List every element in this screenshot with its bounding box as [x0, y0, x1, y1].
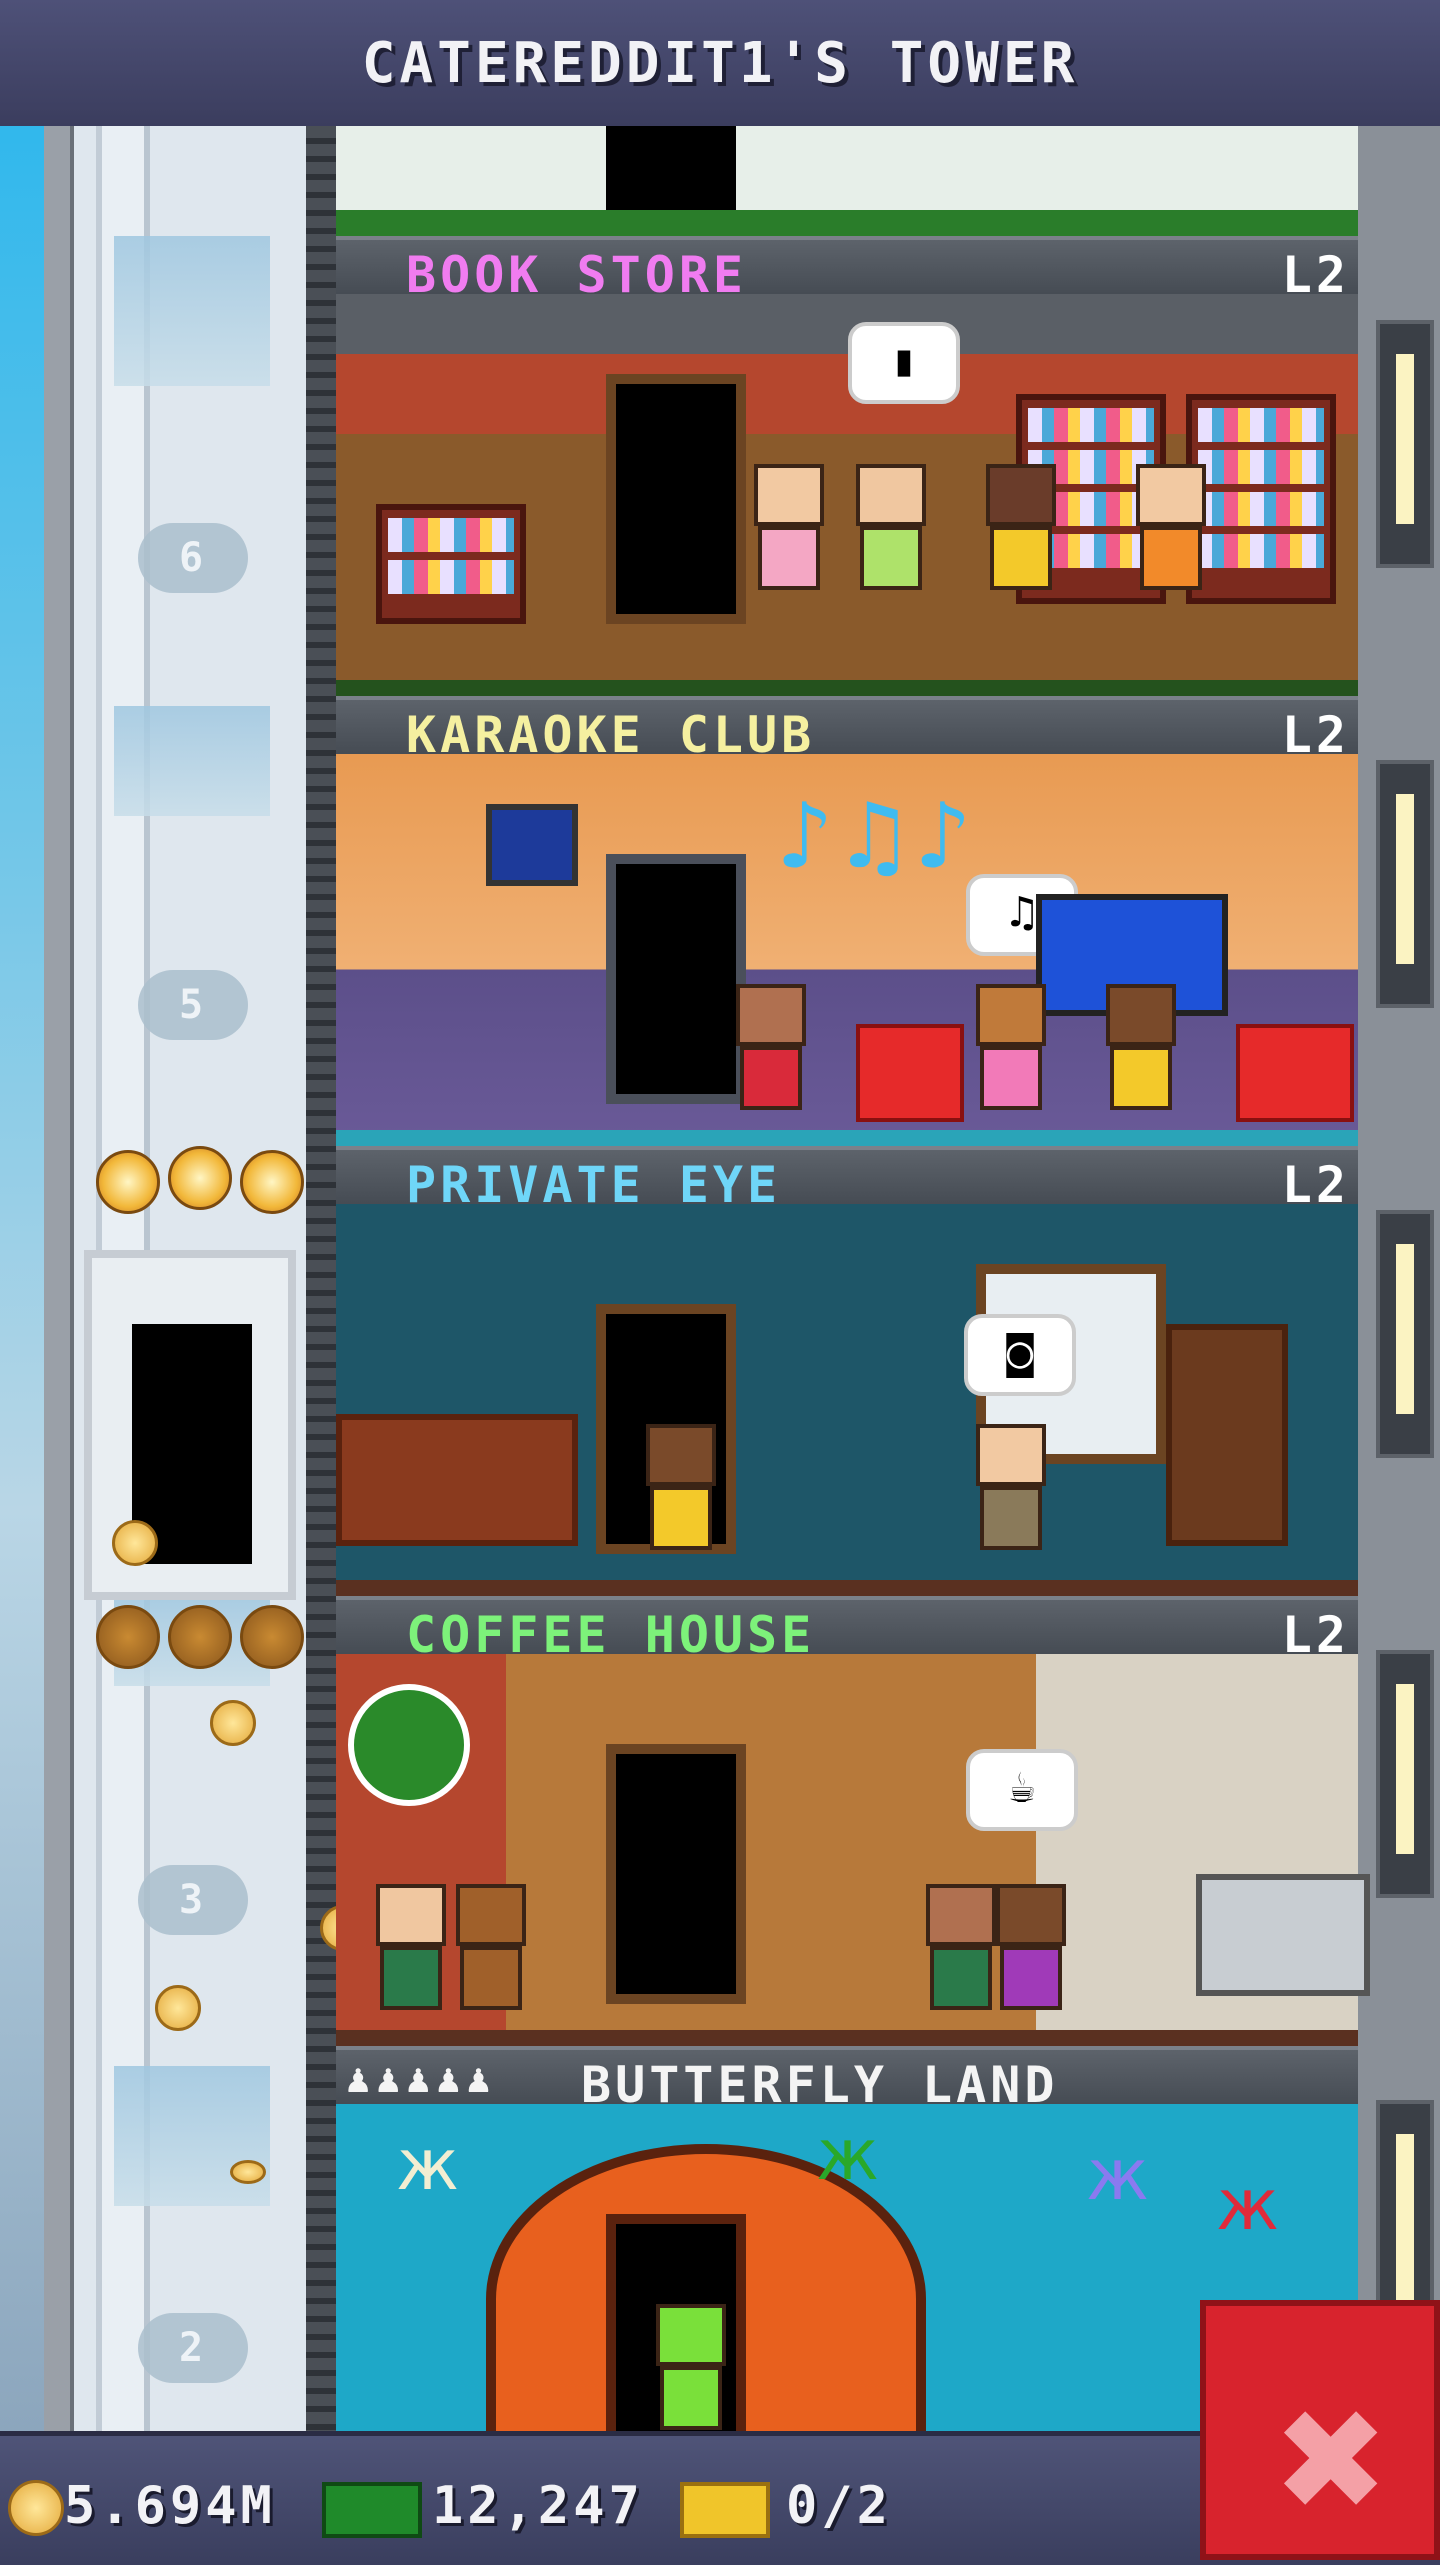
- elevator-rail: [306, 126, 336, 2431]
- room-floor: [336, 1130, 1358, 1146]
- sky-background: [0, 126, 44, 2431]
- bookshelf: [1186, 394, 1336, 604]
- elevator-light-icon: [240, 1150, 304, 1214]
- room-interior: ☕: [336, 1654, 1370, 2046]
- speech-bubble-coffee-icon[interactable]: ☕: [966, 1749, 1078, 1831]
- coffee-cup-icon[interactable]: [348, 1684, 470, 1806]
- room-door: [606, 374, 746, 624]
- floor-banner: ♟♟♟♟♟ BUTTERFLY LAND: [336, 2046, 1358, 2114]
- bitizen[interactable]: [646, 1424, 716, 1550]
- floor-banner: BOOK STORE L2: [336, 236, 1358, 304]
- elevator-floor-number: 2: [138, 2313, 248, 2383]
- butterfly-icon: ж: [816, 2114, 880, 2196]
- close-icon: ✖: [1272, 2380, 1390, 2543]
- bookshelf: [376, 504, 526, 624]
- butterfly-icon: ж: [396, 2124, 460, 2206]
- shaft-glass-panel: [114, 706, 270, 816]
- elevator-floor-number: 3: [138, 1865, 248, 1935]
- speech-bubble-book-icon[interactable]: ▮: [848, 322, 960, 404]
- ticket-count: 0/2: [786, 2476, 892, 2536]
- shaft-glass-panel: [114, 2066, 270, 2206]
- bitizen[interactable]: [376, 1884, 446, 2010]
- floor-book-store[interactable]: BOOK STORE L2 ▮: [336, 236, 1358, 696]
- bitizen[interactable]: [736, 984, 806, 1110]
- room-floor: [336, 680, 1358, 696]
- room-interior: ◙: [336, 1204, 1358, 1596]
- room-floor: [336, 210, 1358, 236]
- bux-icon: [322, 2482, 422, 2538]
- shaft-glass-panel: [114, 236, 270, 386]
- armchair: [1236, 1024, 1354, 1122]
- building-window: [1376, 320, 1434, 568]
- star-rating: ♟♟♟♟♟: [346, 2056, 497, 2102]
- bitizen[interactable]: [1106, 984, 1176, 1110]
- coin-icon[interactable]: [112, 1520, 158, 1566]
- bitizen[interactable]: [976, 984, 1046, 1110]
- room-interior: ▮: [336, 294, 1358, 696]
- bitizen[interactable]: [754, 464, 824, 590]
- elevator-floor-number: 6: [138, 523, 248, 593]
- coin-icon[interactable]: [155, 1985, 201, 2031]
- pastry-case: [1196, 1874, 1370, 1996]
- bitizen[interactable]: [656, 2304, 726, 2430]
- bitizen[interactable]: [1136, 464, 1206, 590]
- building-window: [1376, 760, 1434, 1008]
- floor-banner: KARAOKE CLUB L2: [336, 696, 1358, 764]
- room-door: [606, 854, 746, 1104]
- close-button[interactable]: ✖: [1200, 2300, 1440, 2560]
- elevator-light-icon: [168, 1605, 232, 1669]
- building-left-wall: [44, 126, 74, 2431]
- music-notes-icon: ♪♫♪: [776, 784, 972, 889]
- elevator-light-icon: [96, 1605, 160, 1669]
- coin-count: 5.694M: [64, 2476, 276, 2536]
- floor-banner: COFFEE HOUSE L2: [336, 1596, 1358, 1664]
- bitizen[interactable]: [926, 1884, 996, 2010]
- speech-bubble-binoculars-icon[interactable]: ◙: [964, 1314, 1076, 1396]
- bitizen[interactable]: [456, 1884, 526, 2010]
- coin-icon[interactable]: [230, 2160, 266, 2184]
- ticket-icon: [680, 2482, 770, 2538]
- bookcase: [1166, 1324, 1288, 1546]
- bitizen[interactable]: [986, 464, 1056, 590]
- building-window: [1376, 1210, 1434, 1458]
- wall-screen: [486, 804, 578, 886]
- bitizen[interactable]: [856, 464, 926, 590]
- elevator-light-icon: [168, 1146, 232, 1210]
- room-floor: [336, 1580, 1358, 1596]
- coin-icon[interactable]: [210, 1700, 256, 1746]
- building-window: [1376, 1650, 1434, 1898]
- sofa: [336, 1414, 578, 1546]
- bitizen[interactable]: [996, 1884, 1066, 2010]
- floor-coffee-house[interactable]: COFFEE HOUSE L2 ☕: [336, 1596, 1370, 2046]
- armchair: [856, 1024, 964, 1122]
- elevator-floor-number: 5: [138, 970, 248, 1040]
- tower-title: CATEREDDIT1'S TOWER: [361, 30, 1079, 96]
- bux-count: 12,247: [432, 2476, 644, 2536]
- elevator-light-icon: [240, 1605, 304, 1669]
- room-floor: [336, 2030, 1358, 2046]
- bitizen[interactable]: [976, 1424, 1046, 1550]
- room-door: [606, 1744, 746, 2004]
- butterfly-icon: ж: [1216, 2164, 1280, 2246]
- coin-icon: [8, 2480, 64, 2536]
- floor-banner: PRIVATE EYE L2: [336, 1146, 1358, 1214]
- floor-karaoke-club[interactable]: KARAOKE CLUB L2 ♪♫♪ ♫: [336, 696, 1358, 1146]
- butterfly-icon: ж: [1086, 2134, 1150, 2216]
- elevator-light-icon: [96, 1150, 160, 1214]
- tower-header: CATEREDDIT1'S TOWER: [0, 0, 1440, 132]
- floor-private-eye[interactable]: PRIVATE EYE L2 ◙: [336, 1146, 1358, 1596]
- room-interior: ♪♫♪ ♫: [336, 754, 1358, 1146]
- floor-top-partial[interactable]: [336, 126, 1358, 236]
